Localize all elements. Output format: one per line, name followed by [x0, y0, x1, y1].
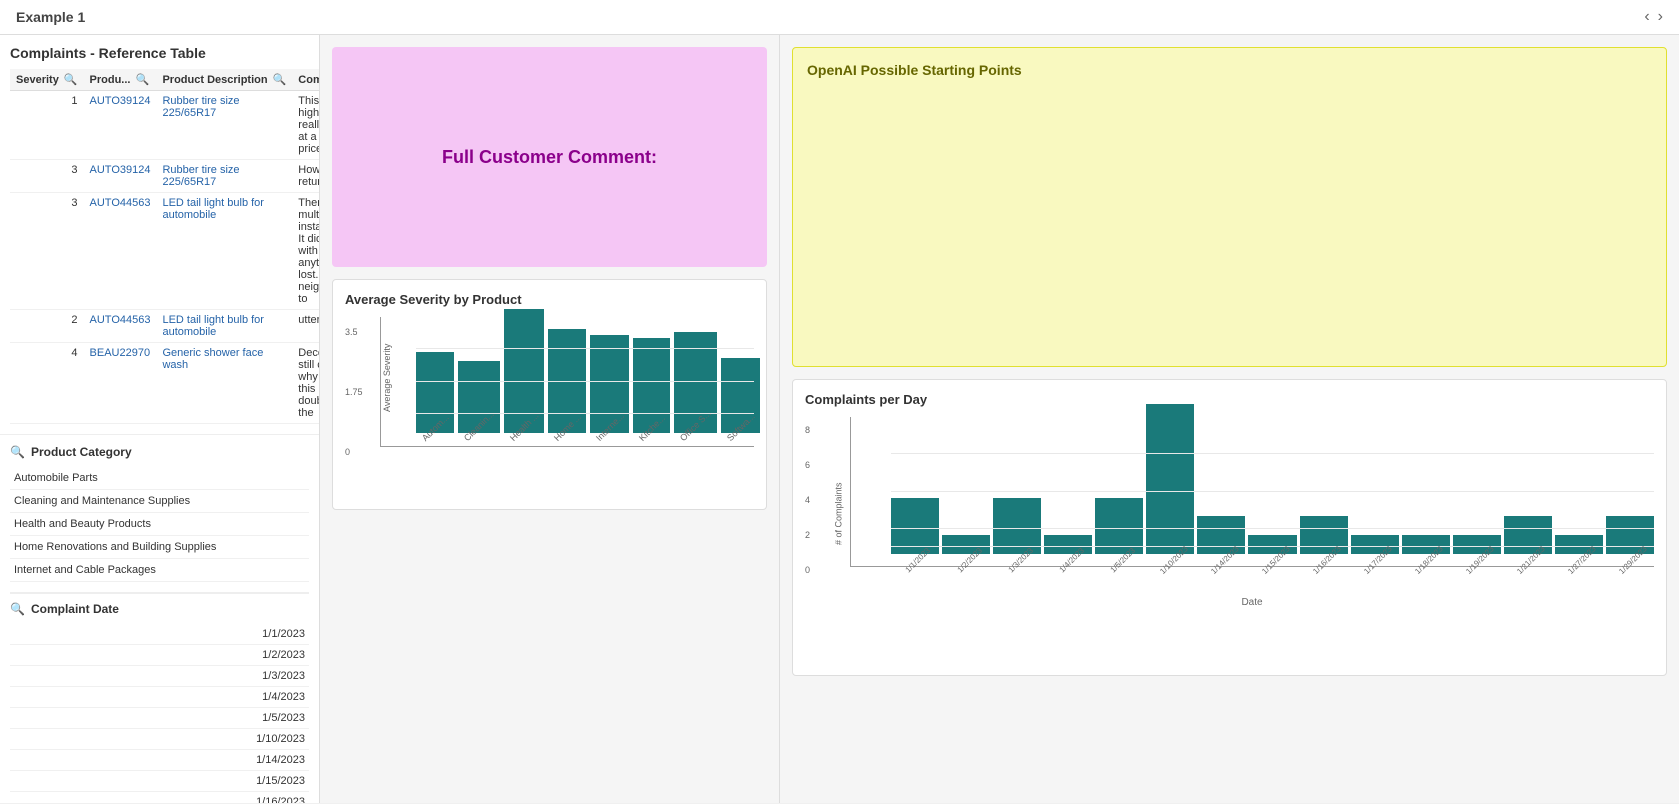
cpd-y6: 6: [805, 460, 810, 470]
avg-severity-title: Average Severity by Product: [345, 292, 754, 307]
filter-icon: 🔍: [10, 445, 25, 459]
cpd-y-label: # of Complaints: [833, 482, 843, 545]
filter-date-icon: 🔍: [10, 602, 25, 616]
cpd-box: Complaints per Day 8 6 4 2 0 # of Compla…: [792, 379, 1667, 676]
category-list: Automobile PartsCleaning and Maintenance…: [10, 467, 309, 582]
bar-group: Softwa...: [721, 358, 760, 446]
list-item[interactable]: Home Renovations and Building Supplies: [10, 536, 309, 559]
right-panel: OpenAI Possible Starting Points Complain…: [780, 35, 1679, 803]
cpd-bar-group: 1/17/2023: [1351, 535, 1399, 566]
col-description: Product Description 🔍: [156, 69, 292, 91]
cpd-y2: 2: [805, 530, 810, 540]
filters-section: 🔍 Product Category Automobile PartsClean…: [0, 435, 319, 803]
product-category-header: 🔍 Product Category: [10, 445, 309, 459]
list-item[interactable]: 1/2/2023: [10, 645, 309, 666]
cpd-bar-group: 1/4/2023: [1044, 535, 1092, 566]
bar-group: Interne...: [590, 335, 630, 446]
list-item[interactable]: 1/10/2023: [10, 729, 309, 750]
cpd-bar-group: 1/15/2023: [1248, 535, 1296, 566]
list-item[interactable]: 1/16/2023: [10, 792, 309, 803]
description-search-icon[interactable]: 🔍: [273, 73, 287, 86]
list-item[interactable]: Cleaning and Maintenance Supplies: [10, 490, 309, 513]
cpd-bar-group: 1/18/2023: [1402, 535, 1450, 566]
list-item[interactable]: 1/5/2023: [10, 708, 309, 729]
cpd-y4: 4: [805, 495, 810, 505]
list-item[interactable]: Internet and Cable Packages: [10, 559, 309, 582]
cpd-bar-group: 1/2/2023: [942, 535, 990, 566]
table-row[interactable]: 1 AUTO39124 Rubber tire size 225/65R17 T…: [10, 91, 320, 160]
cpd-bar-group: 1/29/2023: [1606, 516, 1654, 566]
cpd-grid4: [891, 453, 1654, 454]
full-comment-box: Full Customer Comment:: [332, 47, 767, 267]
list-item[interactable]: 1/14/2023: [10, 750, 309, 771]
next-button[interactable]: ›: [1658, 8, 1663, 26]
cpd-bar-group: 1/3/2023: [993, 498, 1041, 566]
list-item[interactable]: Health and Beauty Products: [10, 513, 309, 536]
cpd-bar-group: 1/10/2023: [1146, 404, 1194, 566]
reference-table-section: Complaints - Reference Table Severity 🔍: [0, 35, 319, 435]
complaint-date-header: 🔍 Complaint Date: [10, 602, 309, 616]
table-row[interactable]: 4 BEAU22970 Generic shower face wash Dec…: [10, 343, 320, 424]
cpd-y8: 8: [805, 425, 810, 435]
cpd-title: Complaints per Day: [805, 392, 1654, 407]
openai-title: OpenAI Possible Starting Points: [807, 62, 1652, 78]
cpd-bar-group: 1/14/2023: [1197, 516, 1245, 566]
left-panel: Complaints - Reference Table Severity 🔍: [0, 35, 320, 803]
cpd-bar-group: 1/21/2023: [1504, 516, 1552, 566]
grid-line-2: [416, 381, 754, 382]
avg-severity-chart: Autom... Cleanin... Health ... Home ... …: [380, 317, 754, 447]
title-bar: Example 1 ‹ ›: [0, 0, 1679, 35]
cpd-x-label: Date: [850, 597, 1654, 608]
cpd-bar-group: 1/5/2023: [1095, 498, 1143, 566]
avg-severity-box: Average Severity by Product 3.5 1.75 0 A…: [332, 279, 767, 510]
bar-group: Kitche...: [633, 338, 670, 446]
bar-group: Autom...: [416, 352, 454, 446]
y-tick-bot: 0: [345, 447, 363, 457]
bar-group: Health ...: [504, 309, 544, 446]
full-comment-title: Full Customer Comment:: [442, 147, 657, 168]
table-row[interactable]: 3 AUTO39124 Rubber tire size 225/65R17 H…: [10, 160, 320, 193]
reference-table: Severity 🔍 Produ... 🔍: [10, 69, 320, 424]
middle-panel: Full Customer Comment: Average Severity …: [320, 35, 780, 803]
cpd-grid2: [891, 528, 1654, 529]
col-complaint: ComplaintText 🔍: [292, 69, 320, 91]
grid-line-1: [416, 348, 754, 349]
cpd-grid3: [891, 491, 1654, 492]
y-tick-mid: 1.75: [345, 387, 363, 397]
date-list: 1/1/20231/2/20231/3/20231/4/20231/5/2023…: [10, 624, 309, 803]
table-row[interactable]: 2 AUTO44563 LED tail light bulb for auto…: [10, 310, 320, 343]
page-title: Example 1: [16, 9, 85, 25]
cpd-bar-group: 1/1/2023: [891, 498, 939, 566]
cpd-bar-group: 1/27/2023: [1555, 535, 1603, 566]
list-item[interactable]: 1/3/2023: [10, 666, 309, 687]
col-product: Produ... 🔍: [84, 69, 157, 91]
cpd-y0: 0: [805, 565, 810, 575]
cpd-chart: 1/1/2023 1/2/2023 1/3/2023 1/4/2023 1/5/…: [850, 417, 1654, 567]
list-item[interactable]: 1/15/2023: [10, 771, 309, 792]
bar-group: Cleanin...: [458, 361, 500, 446]
col-severity: Severity 🔍: [10, 69, 84, 91]
ref-table-title: Complaints - Reference Table: [10, 45, 309, 61]
main-layout: Complaints - Reference Table Severity 🔍: [0, 35, 1679, 803]
list-item[interactable]: Automobile Parts: [10, 467, 309, 490]
openai-box: OpenAI Possible Starting Points: [792, 47, 1667, 367]
cpd-bar-group: 1/16/2023: [1300, 516, 1348, 566]
nav-buttons: ‹ ›: [1644, 8, 1663, 26]
complaint-date-section: 🔍 Complaint Date 1/1/20231/2/20231/3/202…: [10, 592, 309, 803]
cpd-bar: [1146, 404, 1194, 554]
bar-group: Home ...: [548, 329, 586, 446]
list-item[interactable]: 1/1/2023: [10, 624, 309, 645]
y-tick-top: 3.5: [345, 327, 363, 337]
prev-button[interactable]: ‹: [1644, 8, 1649, 26]
table-row[interactable]: 3 AUTO44563 LED tail light bulb for auto…: [10, 193, 320, 310]
product-search-icon[interactable]: 🔍: [135, 73, 149, 86]
severity-search-icon[interactable]: 🔍: [64, 73, 78, 86]
list-item[interactable]: 1/4/2023: [10, 687, 309, 708]
cpd-bar-group: 1/19/2023: [1453, 535, 1501, 566]
